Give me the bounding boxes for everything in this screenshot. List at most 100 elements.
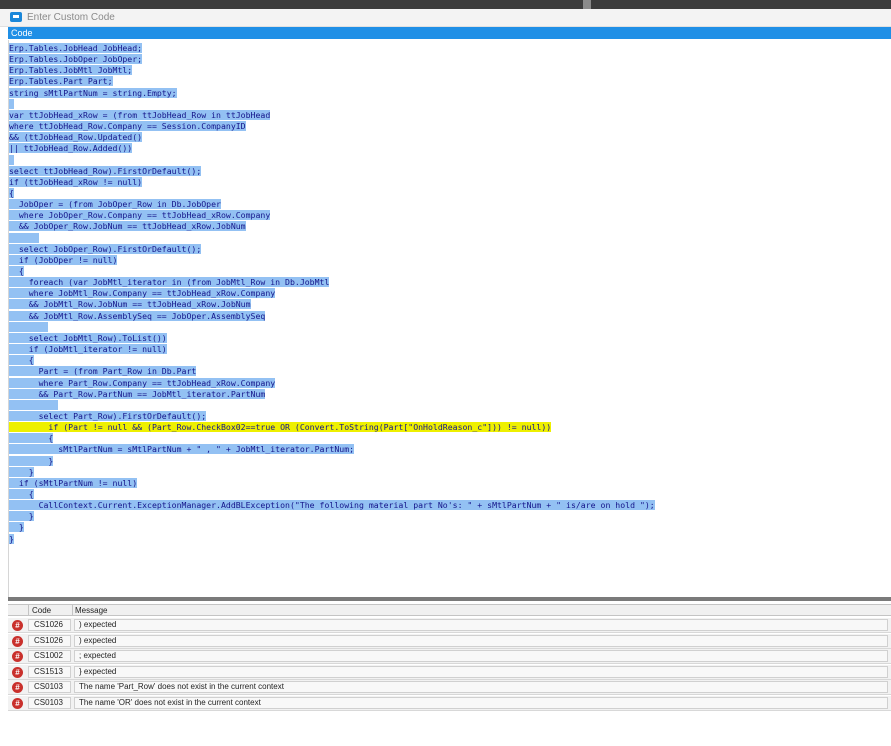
code-line[interactable]: if (JobMtl_iterator != null) (9, 344, 167, 355)
code-line[interactable]: where Part_Row.Company == ttJobHead_xRow… (9, 377, 276, 389)
code-line[interactable]: } (9, 522, 24, 533)
error-message-cell: ) expected (74, 634, 888, 647)
code-editor[interactable]: Erp.Tables.JobHead JobHead; Erp.Tables.Jo… (8, 40, 891, 597)
code-line-text: if (ttJobHead_xRow != null) (9, 176, 143, 187)
code-line[interactable] (9, 154, 14, 166)
error-list-header: Code Message (8, 604, 891, 616)
code-line[interactable] (9, 98, 14, 110)
code-line[interactable]: && (ttJobHead_Row.Updated() (9, 132, 143, 143)
window-title: Enter Custom Code (27, 12, 115, 23)
code-line[interactable]: select JobOper_Row).FirstOrDefault(); (9, 243, 202, 255)
code-line[interactable]: Erp.Tables.JobOper JobOper; (9, 54, 143, 65)
code-line-text: } (9, 466, 34, 477)
code-line[interactable]: Erp.Tables.Part Part; (9, 76, 113, 87)
code-line-text: where JobOper_Row.Company == ttJobHead_x… (9, 210, 271, 221)
code-line-text: { (9, 433, 54, 444)
error-code-cell: CS1026 (28, 634, 71, 647)
code-line[interactable]: Part = (from Part_Row in Db.Part (9, 366, 197, 377)
code-line-text: Erp.Tables.Part Part; (9, 76, 113, 87)
code-line-text: && JobOper_Row.JobNum == ttJobHead_xRow.… (9, 221, 246, 232)
error-row[interactable]: # CS0103 The name 'OR' does not exist in t… (8, 696, 891, 711)
code-line-text: && JobMtl_Row.AssemblySeq == JobOper.Ass… (9, 310, 266, 321)
code-line[interactable]: if (sMtlPartNum != null) (9, 477, 138, 489)
code-line-text: if (JobOper != null) (9, 254, 118, 265)
error-code-cell: CS1026 (28, 619, 71, 631)
error-message-cell: ; expected (74, 650, 888, 663)
code-line[interactable]: CallContext.Current.ExceptionManager.Add… (9, 500, 655, 511)
error-message-cell: The name 'OR' does not exist in the curr… (74, 697, 888, 709)
code-line[interactable]: { (9, 489, 34, 500)
code-line-text: select JobOper_Row).FirstOrDefault(); (9, 243, 202, 254)
code-line[interactable]: select Part_Row).FirstOrDefault(); (9, 410, 207, 422)
code-line-text: && JobMtl_Row.JobNum == ttJobHead_xRow.J… (9, 299, 251, 310)
code-line-text (9, 154, 14, 165)
code-line[interactable]: where ttJobHead_Row.Company == Session.C… (9, 121, 246, 132)
error-icon: # (12, 620, 23, 631)
code-line[interactable]: sMtlPartNum = sMtlPartNum + " , " + JobM… (9, 444, 355, 455)
code-line-text: if (JobMtl_iterator != null) (9, 344, 167, 355)
code-line[interactable]: select JobMtl_Row).ToList()) (9, 332, 167, 344)
code-line[interactable]: JobOper = (from JobOper_Row in Db.JobOpe… (9, 199, 221, 210)
error-list-panel: Code Message # CS1026) expected # CS1026) e… (8, 601, 891, 746)
code-line[interactable]: foreach (var JobMtl_iterator in (from Jo… (9, 277, 330, 288)
code-line[interactable]: where JobOper_Row.Company == ttJobHead_x… (9, 210, 271, 221)
code-line-text: || ttJobHead_Row.Added()) (9, 143, 133, 154)
code-line-text: where ttJobHead_Row.Company == Session.C… (9, 121, 246, 132)
code-line[interactable]: where JobMtl_Row.Company == ttJobHead_xR… (9, 288, 276, 299)
code-line[interactable]: { (9, 355, 34, 366)
code-line[interactable]: Erp.Tables.JobHead JobHead; (9, 43, 143, 54)
error-row[interactable]: # CS0103 The name 'Part_Row' does not exis… (8, 680, 891, 696)
column-header-message[interactable]: Message (75, 606, 107, 615)
code-line[interactable]: if (JobOper != null) (9, 254, 118, 266)
code-section-header: Code (8, 27, 891, 39)
code-line-text: foreach (var JobMtl_iterator in (from Jo… (9, 277, 330, 288)
column-header-code[interactable]: Code (32, 606, 51, 615)
code-line-text: } (9, 455, 54, 466)
error-code-cell: CS1513 (28, 665, 71, 678)
header-separator (28, 605, 29, 615)
code-line[interactable] (9, 321, 49, 333)
title-bar: Enter Custom Code (0, 9, 891, 27)
code-line[interactable]: if (ttJobHead_xRow != null) (9, 176, 143, 188)
error-row[interactable]: # CS1026) expected (8, 633, 891, 649)
code-line[interactable]: select ttJobHead_Row).FirstOrDefault(); (9, 165, 202, 177)
error-message-cell: } expected (74, 665, 888, 678)
code-line-text: { (9, 355, 34, 366)
code-line[interactable] (9, 232, 39, 244)
code-line-text: select JobMtl_Row).ToList()) (9, 332, 167, 343)
code-line[interactable]: } (9, 455, 54, 467)
error-code-cell: CS0103 (28, 697, 71, 709)
code-line-text: where JobMtl_Row.Company == ttJobHead_xR… (9, 288, 276, 299)
error-row[interactable]: # CS1513} expected (8, 664, 891, 680)
code-line-text: } (9, 522, 24, 533)
code-line-text (9, 321, 49, 332)
code-line-text: { (9, 187, 14, 198)
code-line-text: { (9, 489, 34, 499)
code-line[interactable]: if (Part != null && (Part_Row.CheckBox02… (9, 422, 552, 433)
error-row[interactable]: # CS1002; expected (8, 649, 891, 665)
error-icon: # (12, 635, 23, 647)
code-line-text: Erp.Tables.JobHead JobHead; (9, 43, 143, 53)
code-line[interactable]: && JobMtl_Row.JobNum == ttJobHead_xRow.J… (9, 299, 251, 310)
code-line[interactable]: || ttJobHead_Row.Added()) (9, 143, 133, 154)
error-message-cell: ) expected (74, 619, 888, 631)
code-line[interactable]: var ttJobHead_xRow = (from ttJobHead_Row… (9, 109, 271, 121)
code-line[interactable]: && JobOper_Row.JobNum == ttJobHead_xRow.… (9, 221, 246, 232)
code-line[interactable]: string sMtlPartNum = string.Empty; (9, 87, 177, 99)
code-line[interactable]: } (9, 511, 34, 522)
code-line[interactable]: && JobMtl_Row.AssemblySeq == JobOper.Ass… (9, 310, 266, 322)
code-line[interactable]: && Part_Row.PartNum == JobMtl_iterator.P… (9, 388, 266, 400)
code-line-text (9, 98, 14, 109)
error-message-cell: The name 'Part_Row' does not exist in th… (74, 681, 888, 694)
code-line-text: Erp.Tables.JobOper JobOper; (9, 54, 143, 65)
code-line[interactable]: { (9, 266, 24, 277)
code-line-text: var ttJobHead_xRow = (from ttJobHead_Row… (9, 109, 271, 120)
code-line[interactable]: { (9, 433, 54, 444)
code-line[interactable]: } (9, 466, 34, 478)
code-line[interactable]: Erp.Tables.JobMtl JobMtl; (9, 65, 133, 76)
code-line[interactable] (9, 399, 59, 411)
code-line[interactable]: { (9, 187, 14, 199)
code-line[interactable]: } (9, 533, 14, 545)
error-row[interactable]: # CS1026) expected (8, 618, 891, 633)
code-line-text (9, 232, 39, 243)
